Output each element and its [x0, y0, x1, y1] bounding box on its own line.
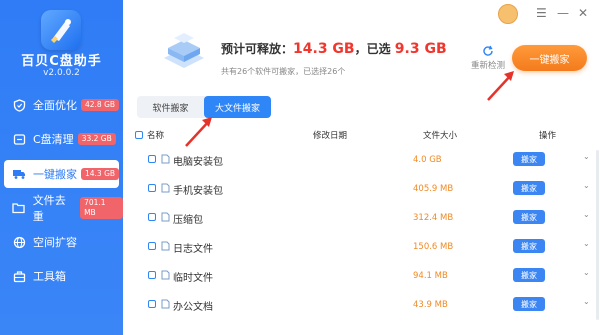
row-name: 临时文件	[173, 273, 213, 284]
file-icon	[161, 299, 170, 309]
move-button[interactable]: 搬家	[513, 181, 545, 195]
selected-size: 9.3 GB	[394, 41, 447, 57]
row-checkbox[interactable]	[148, 213, 156, 221]
nav-item-toolbox[interactable]: 工具箱	[0, 262, 123, 290]
sidebar: 百贝C盘助手 v2.0.0.2 全面优化 42.8 GB C盘清理 33.2 G…	[0, 0, 123, 335]
toolbox-icon	[12, 269, 26, 283]
nav-item-expand[interactable]: 空间扩容	[0, 228, 123, 256]
refresh-icon	[483, 45, 493, 56]
tab-software-move[interactable]: 软件搬家	[137, 96, 204, 118]
file-icon	[161, 270, 170, 280]
file-icon	[161, 183, 170, 193]
nav-label: C盘清理	[33, 133, 74, 146]
chevron-down-icon[interactable]: ⌄	[583, 297, 590, 306]
row-checkbox[interactable]	[148, 155, 156, 163]
table-row[interactable]: 电脑安装包 4.0 GB 搬家 ⌄	[123, 146, 600, 175]
column-size: 文件大小	[423, 131, 458, 141]
app-version: v2.0.0.2	[43, 68, 80, 78]
folder-icon	[12, 201, 26, 215]
move-button[interactable]: 搬家	[513, 268, 545, 282]
row-name: 办公文档	[173, 302, 213, 313]
row-checkbox[interactable]	[148, 184, 156, 192]
nav-item-one-click-move[interactable]: 一键搬家 14.3 GB	[4, 160, 120, 188]
release-summary: 预计可释放：14.3 GB，已选 9.3 GB	[221, 41, 447, 57]
menu-icon[interactable]: ☰	[536, 6, 547, 20]
tab-bar: 软件搬家 大文件搬家	[137, 96, 271, 118]
column-date: 修改日期	[313, 131, 348, 141]
row-checkbox[interactable]	[148, 271, 156, 279]
nav-item-dedupe[interactable]: 文件去重 701.1 MB	[0, 194, 123, 223]
row-size: 43.9 MB	[413, 300, 448, 310]
nav-label: 一键搬家	[33, 168, 77, 181]
nav-badge: 14.3 GB	[80, 168, 120, 180]
table-row[interactable]: 日志文件 150.6 MB 搬家 ⌄	[123, 233, 600, 262]
move-button[interactable]: 搬家	[513, 152, 545, 166]
scrollbar[interactable]	[596, 150, 599, 320]
row-size: 94.1 MB	[413, 271, 448, 281]
chevron-down-icon[interactable]: ⌄	[583, 239, 590, 248]
column-action: 操作	[539, 131, 557, 141]
nav-label: 文件去重	[32, 194, 66, 223]
nav-label: 工具箱	[33, 270, 66, 283]
chevron-down-icon[interactable]: ⌄	[583, 210, 590, 219]
app-logo-icon	[41, 10, 81, 50]
tab-large-file-move[interactable]: 大文件搬家	[204, 96, 271, 118]
row-size: 405.9 MB	[413, 184, 454, 194]
table-row[interactable]: 办公文档 43.9 MB 搬家 ⌄	[123, 291, 600, 320]
globe-icon	[12, 235, 26, 249]
file-icon	[161, 212, 170, 222]
chevron-down-icon[interactable]: ⌄	[583, 181, 590, 190]
row-name: 压缩包	[173, 215, 203, 226]
move-button[interactable]: 搬家	[513, 210, 545, 224]
table-row[interactable]: 临时文件 94.1 MB 搬家 ⌄	[123, 262, 600, 291]
nav-badge: 33.2 GB	[77, 133, 116, 145]
table-row[interactable]: 手机安装包 405.9 MB 搬家 ⌄	[123, 175, 600, 204]
chevron-down-icon[interactable]: ⌄	[583, 268, 590, 277]
move-button[interactable]: 搬家	[513, 297, 545, 311]
row-size: 4.0 GB	[413, 155, 442, 165]
one-click-move-button[interactable]: 一键搬家	[512, 45, 587, 71]
file-icon	[161, 241, 170, 251]
select-all-checkbox[interactable]	[135, 131, 143, 139]
nav-badge: 42.8 GB	[81, 99, 120, 111]
app-name: 百贝C盘助手	[21, 54, 102, 69]
chevron-down-icon[interactable]: ⌄	[583, 152, 590, 161]
row-checkbox[interactable]	[148, 300, 156, 308]
broom-icon	[12, 132, 26, 146]
nav-label: 全面优化	[33, 99, 77, 112]
file-icon	[161, 154, 170, 164]
minimize-icon[interactable]: —	[557, 6, 569, 20]
row-size: 150.6 MB	[413, 242, 454, 252]
row-name: 电脑安装包	[173, 157, 223, 168]
row-name: 手机安装包	[173, 186, 223, 197]
row-checkbox[interactable]	[148, 242, 156, 250]
column-name: 名称	[147, 131, 165, 141]
nav-item-full-optimize[interactable]: 全面优化 42.8 GB	[0, 91, 123, 119]
release-size: 14.3 GB	[293, 41, 355, 57]
row-size: 312.4 MB	[413, 213, 454, 223]
disk-illustration-icon	[160, 30, 208, 74]
shield-icon	[12, 98, 26, 112]
nav-badge: 701.1 MB	[80, 197, 123, 219]
close-icon[interactable]: ✕	[578, 6, 588, 20]
move-button[interactable]: 搬家	[513, 239, 545, 253]
table-header: 名称 修改日期 文件大小 操作	[123, 126, 600, 144]
recheck-button[interactable]: 重新检测	[468, 45, 508, 71]
truck-icon	[12, 167, 26, 181]
table-row[interactable]: 压缩包 312.4 MB 搬家 ⌄	[123, 204, 600, 233]
nav-item-c-clean[interactable]: C盘清理 33.2 GB	[0, 125, 123, 153]
summary-subtext: 共有26个软件可搬家，已选择26个	[221, 67, 346, 76]
row-name: 日志文件	[173, 244, 213, 255]
nav-label: 空间扩容	[33, 236, 77, 249]
user-avatar[interactable]	[498, 4, 518, 24]
